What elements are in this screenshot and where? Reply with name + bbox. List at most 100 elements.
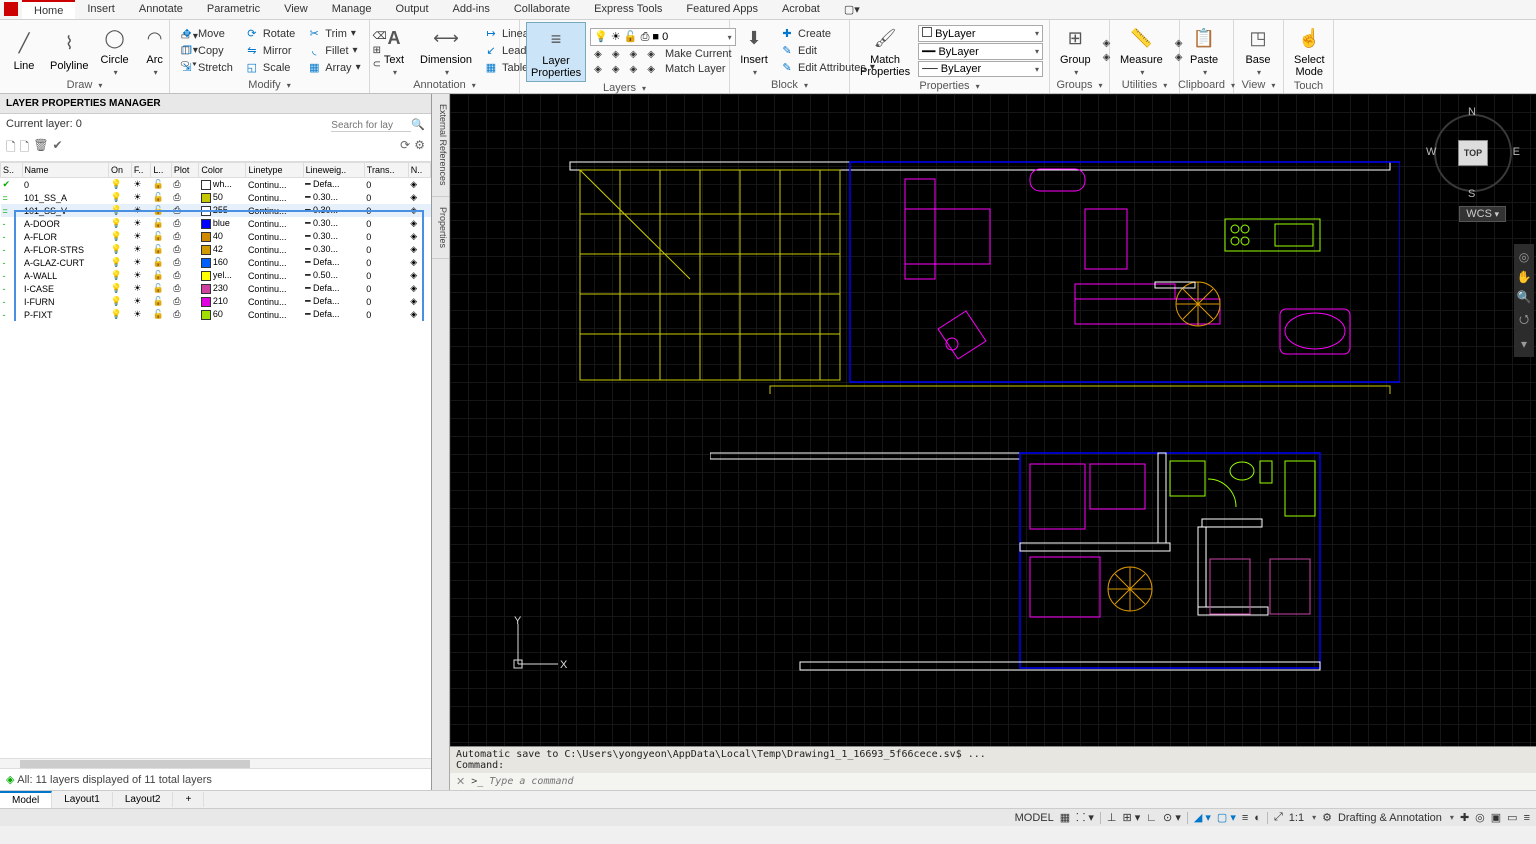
array-button[interactable]: ▦Array ▾ <box>303 60 364 76</box>
tab-addins[interactable]: Add-ins <box>441 0 502 19</box>
lineweight-selector[interactable]: ━━ ByLayer▾ <box>918 43 1043 60</box>
copy-button[interactable]: ❐Copy <box>176 43 237 59</box>
color-selector[interactable]: ByLayer▾ <box>918 25 1043 42</box>
tab-home[interactable]: Home <box>22 0 75 19</box>
iso-icon[interactable]: ◢ ▾ <box>1194 811 1211 824</box>
layer-tool-7-icon[interactable]: ◈ <box>626 62 642 76</box>
layer-row[interactable]: ✔0💡☀🔓⎙wh...Continu...━ Defa...0◈ <box>1 178 431 192</box>
layer-scrollbar[interactable] <box>0 758 431 768</box>
nav-show-icon[interactable]: ▾ <box>1516 337 1532 351</box>
viewcube-top[interactable]: TOP <box>1458 140 1488 166</box>
dimension-button[interactable]: ⟷Dimension▾ <box>416 22 476 79</box>
layer-col-header[interactable]: On <box>109 163 132 178</box>
layer-col-header[interactable]: Name <box>22 163 108 178</box>
layer-row[interactable]: -A-DOOR💡☀🔓⎙blueContinu...━ 0.30...0◈ <box>1 217 431 230</box>
nav-zoom-icon[interactable]: 🔍 <box>1516 290 1532 304</box>
gear-icon[interactable]: ⚙ <box>1322 811 1332 824</box>
layer-tool-3-icon[interactable]: ◈ <box>626 47 642 61</box>
match-props-button[interactable]: 🖌Match Properties <box>856 22 914 80</box>
group-button[interactable]: ⊞Group▾ <box>1056 22 1095 79</box>
infer-icon[interactable]: ⊥ <box>1107 811 1117 824</box>
snapmode-icon[interactable]: ⸬ ▾ <box>1076 810 1094 825</box>
layer-col-header[interactable]: Trans.. <box>364 163 408 178</box>
refresh-icon[interactable]: ⟳ <box>400 138 410 159</box>
text-button[interactable]: AText▾ <box>376 22 412 79</box>
viewcube-n[interactable]: N <box>1468 106 1476 118</box>
layer-col-header[interactable]: F.. <box>131 163 151 178</box>
tab-layout1[interactable]: Layout1 <box>52 792 113 807</box>
line-button[interactable]: ╱Line <box>6 28 42 74</box>
tab-parametric[interactable]: Parametric <box>195 0 272 19</box>
customize-icon[interactable]: ≡ <box>1524 812 1530 824</box>
layer-col-header[interactable]: Color <box>199 163 246 178</box>
layer-search-input[interactable] <box>331 120 411 132</box>
layer-tool-4-icon[interactable]: ◈ <box>643 47 659 61</box>
arc-button[interactable]: ◠Arc▾ <box>137 22 173 79</box>
tab-featured[interactable]: Featured Apps <box>674 0 770 19</box>
nav-full-icon[interactable]: ◎ <box>1516 250 1532 264</box>
layer-row[interactable]: -A-FLOR-STRS💡☀🔓⎙42Continu...━ 0.30...0◈ <box>1 243 431 256</box>
settings-icon[interactable]: ⚙ <box>414 138 425 159</box>
tab-acrobat[interactable]: Acrobat <box>770 0 832 19</box>
layer-row[interactable]: =101_SS_A💡☀🔓⎙50Continu...━ 0.30...0◈ <box>1 191 431 204</box>
ortho-icon[interactable]: ∟ <box>1146 812 1157 824</box>
layer-col-header[interactable]: S.. <box>1 163 23 178</box>
layer-row[interactable]: -A-WALL💡☀🔓⎙yel...Continu...━ 0.50...0◈ <box>1 269 431 282</box>
dynamic-icon[interactable]: ⊞ ▾ <box>1122 811 1140 824</box>
layer-properties-button[interactable]: ≡Layer Properties <box>526 22 586 82</box>
external-references-tab[interactable]: External References <box>432 94 449 197</box>
wcs-badge[interactable]: WCS ▾ <box>1459 206 1506 222</box>
drawing-canvas[interactable]: X Y TOP N S E W WCS ▾ ◎ ✋ 🔍 ⭯ ▾ <box>450 94 1536 746</box>
lwt-icon[interactable]: ≡ <box>1242 812 1248 824</box>
rotate-button[interactable]: ⟳Rotate <box>241 26 299 42</box>
tab-view[interactable]: View <box>272 0 320 19</box>
layer-col-header[interactable]: Linetype <box>246 163 303 178</box>
base-button[interactable]: ◳Base▾ <box>1240 22 1276 79</box>
delete-layer-icon[interactable]: 🗑 <box>33 138 48 159</box>
search-icon[interactable]: 🔍 <box>411 119 425 131</box>
polyline-button[interactable]: ⌇Polyline <box>46 28 93 74</box>
layer-grid[interactable]: S..NameOnF..L..PlotColorLinetypeLineweig… <box>0 162 431 321</box>
match-layer-button[interactable]: Match Layer <box>661 62 730 76</box>
layer-row[interactable]: =101_SS_V💡☀🔓⎙255Continu...━ 0.30...0◈ <box>1 204 431 217</box>
measure-button[interactable]: 📏Measure▾ <box>1116 22 1167 79</box>
grid-icon[interactable]: ▦ <box>1060 811 1070 824</box>
tab-manage[interactable]: Manage <box>320 0 384 19</box>
tab-focus-icon[interactable]: ▢▾ <box>832 0 872 19</box>
viewcube[interactable]: TOP N S E W <box>1428 108 1518 198</box>
layer-col-header[interactable]: N.. <box>408 163 430 178</box>
layer-col-header[interactable]: Lineweig.. <box>303 163 364 178</box>
viewcube-w[interactable]: W <box>1426 146 1436 158</box>
select-mode-button[interactable]: ☝Select Mode <box>1290 22 1329 80</box>
add-layout-button[interactable]: + <box>173 792 204 807</box>
layer-tool-8-icon[interactable]: ◈ <box>643 62 659 76</box>
transparency-icon[interactable]: ◐ <box>1254 812 1261 824</box>
new-layer-icon[interactable]: 🗋 <box>6 138 16 159</box>
annoscale-icon[interactable]: ⤢ <box>1274 811 1283 824</box>
viewcube-s[interactable]: S <box>1468 188 1475 200</box>
workspace-selector[interactable]: Drafting & Annotation <box>1338 812 1442 824</box>
insert-button[interactable]: ⬇Insert▾ <box>736 22 772 79</box>
layer-tool-6-icon[interactable]: ◈ <box>608 62 624 76</box>
move-button[interactable]: ✥Move <box>176 26 237 42</box>
tab-annotate[interactable]: Annotate <box>127 0 195 19</box>
clean-icon[interactable]: ▭ <box>1507 811 1517 824</box>
cmd-close-icon[interactable]: ✕ <box>456 775 465 788</box>
mirror-button[interactable]: ⇋Mirror <box>241 43 299 59</box>
layer-selector[interactable]: 💡 ☀ 🔓 ⎙ ■ 0▾ <box>590 28 735 46</box>
make-current-button[interactable]: Make Current <box>661 47 736 61</box>
isolate-icon[interactable]: ◎ <box>1475 811 1485 824</box>
modelspace-toggle[interactable]: MODEL <box>1015 812 1054 824</box>
circle-button[interactable]: ◯Circle▾ <box>97 22 133 79</box>
linetype-selector[interactable]: ── ByLayer▾ <box>918 61 1043 77</box>
layer-row[interactable]: -P-FIXT💡☀🔓⎙60Continu...━ Defa...0◈ <box>1 308 431 321</box>
trim-button[interactable]: ✂Trim ▾ <box>303 26 364 42</box>
layer-row[interactable]: -A-GLAZ-CURT💡☀🔓⎙160Continu...━ Defa...0◈ <box>1 256 431 269</box>
tab-express[interactable]: Express Tools <box>582 0 674 19</box>
anno-monitor-icon[interactable]: ✚ <box>1460 811 1469 824</box>
layer-row[interactable]: -I-FURN💡☀🔓⎙210Continu...━ Defa...0◈ <box>1 295 431 308</box>
nav-orbit-icon[interactable]: ⭯ <box>1516 310 1532 331</box>
layer-row[interactable]: -I-CASE💡☀🔓⎙230Continu...━ Defa...0◈ <box>1 282 431 295</box>
layer-tool-2-icon[interactable]: ◈ <box>608 47 624 61</box>
paste-button[interactable]: 📋Paste▾ <box>1186 22 1222 79</box>
